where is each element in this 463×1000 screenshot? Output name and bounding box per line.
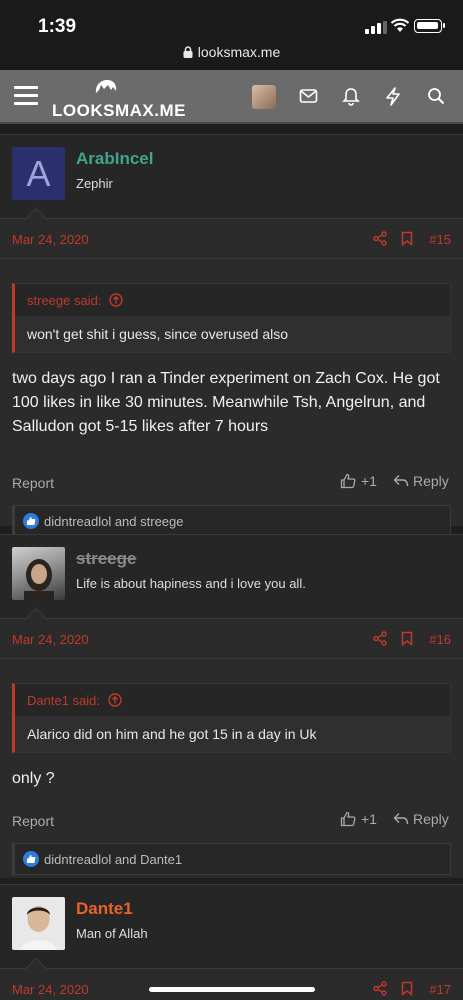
post-number[interactable]: #17 [429, 982, 451, 997]
reactions-text: didntreadlol and Dante1 [44, 851, 183, 867]
post-user-block: A ArabIncel Zephir [0, 135, 463, 231]
quote-block: Dante1 said: Alarico did on him and he g… [12, 683, 451, 753]
inbox-icon[interactable] [299, 87, 318, 105]
reply-icon [393, 475, 409, 487]
reply-icon [393, 813, 409, 825]
thumbs-up-icon [340, 473, 356, 489]
url-text: looksmax.me [197, 44, 281, 60]
username[interactable]: streege [76, 549, 136, 569]
username[interactable]: ArabIncel [76, 149, 153, 169]
post-actions: Report +1 Reply [0, 461, 463, 505]
post-date[interactable]: Mar 24, 2020 [12, 632, 89, 647]
post-17: Dante1 Man of Allah Mar 24, 2020 #17 [0, 884, 463, 1000]
avatar[interactable]: A [12, 147, 65, 200]
user-title: Zephir [76, 176, 113, 191]
reply-button[interactable]: Reply [393, 811, 449, 827]
lock-icon [183, 46, 193, 58]
post-16: streege Life is about hapiness and i lov… [0, 534, 463, 878]
post-user-block: Dante1 Man of Allah [0, 885, 463, 981]
share-icon[interactable] [373, 231, 387, 246]
post-meta: Mar 24, 2020 #16 [0, 619, 463, 659]
quote-author-label: streege said: [27, 293, 102, 308]
avatar[interactable] [12, 897, 65, 950]
thumbs-up-icon [340, 811, 356, 827]
bookmark-icon[interactable] [401, 231, 413, 246]
report-link[interactable]: Report [12, 813, 54, 829]
quote-text: Alarico did on him and he got 15 in a da… [15, 716, 450, 752]
like-button[interactable]: +1 [340, 473, 377, 489]
person-avatar-icon [20, 906, 57, 950]
quote-block: streege said: won't get shit i guess, si… [12, 283, 451, 353]
home-indicator[interactable] [149, 987, 315, 992]
reactions-bar[interactable]: didntreadlol and Dante1 [12, 843, 451, 875]
avatar[interactable] [12, 547, 65, 600]
status-bar: 1:39 [0, 0, 463, 44]
post-date[interactable]: Mar 24, 2020 [12, 982, 89, 997]
like-reaction-icon [23, 513, 39, 529]
signal-icon [365, 21, 387, 34]
post-number[interactable]: #16 [429, 632, 451, 647]
reply-label: Reply [413, 811, 449, 827]
reactions-bar[interactable]: didntreadlol and streege [12, 505, 451, 537]
battery-icon [414, 19, 445, 33]
post-body: only ? [12, 770, 55, 787]
like-button[interactable]: +1 [340, 811, 377, 827]
arrow-up-circle-icon[interactable] [107, 693, 122, 707]
address-bar[interactable]: looksmax.me [0, 44, 463, 70]
like-reaction-icon [23, 851, 39, 867]
reply-button[interactable]: Reply [393, 473, 449, 489]
person-avatar-icon [24, 559, 54, 600]
search-icon[interactable] [427, 87, 445, 105]
username[interactable]: Dante1 [76, 899, 133, 919]
site-header: LOOKSMAX.ME [0, 70, 463, 124]
status-time: 1:39 [38, 16, 77, 37]
bell-icon[interactable] [342, 87, 360, 106]
share-icon[interactable] [373, 631, 387, 646]
account-avatar[interactable] [252, 85, 276, 109]
reply-label: Reply [413, 473, 449, 489]
post-date[interactable]: Mar 24, 2020 [12, 232, 89, 247]
post-user-block: streege Life is about hapiness and i lov… [0, 535, 463, 631]
logo-hair-icon [95, 80, 117, 93]
logo-text: LOOKSMAX.ME [52, 101, 186, 120]
quote-author[interactable]: streege said: [15, 284, 450, 316]
post-meta: Mar 24, 2020 #17 [0, 969, 463, 1000]
post-meta: Mar 24, 2020 #15 [0, 219, 463, 259]
reactions-text: didntreadlol and streege [44, 513, 184, 529]
share-icon[interactable] [373, 981, 387, 996]
post-actions: Report +1 Reply [0, 799, 463, 843]
quote-text: won't get shit i guess, since overused a… [15, 316, 450, 352]
user-title: Life is about hapiness and i love you al… [76, 576, 306, 591]
bolt-icon[interactable] [385, 87, 401, 106]
wifi-icon [390, 18, 410, 32]
report-link[interactable]: Report [12, 475, 54, 491]
quote-author-label: Dante1 said: [27, 693, 100, 708]
like-count: +1 [361, 473, 377, 489]
bookmark-icon[interactable] [401, 981, 413, 996]
menu-icon[interactable] [14, 86, 38, 106]
quote-author[interactable]: Dante1 said: [15, 684, 450, 716]
user-title: Man of Allah [76, 926, 148, 941]
post-body: two days ago I ran a Tinder experiment o… [12, 370, 440, 435]
bookmark-icon[interactable] [401, 631, 413, 646]
like-count: +1 [361, 811, 377, 827]
site-logo[interactable]: LOOKSMAX.ME [52, 78, 186, 121]
arrow-up-circle-icon[interactable] [109, 293, 123, 307]
post-number[interactable]: #15 [429, 232, 451, 247]
post-15: A ArabIncel Zephir Mar 24, 2020 #15 stre… [0, 134, 463, 537]
